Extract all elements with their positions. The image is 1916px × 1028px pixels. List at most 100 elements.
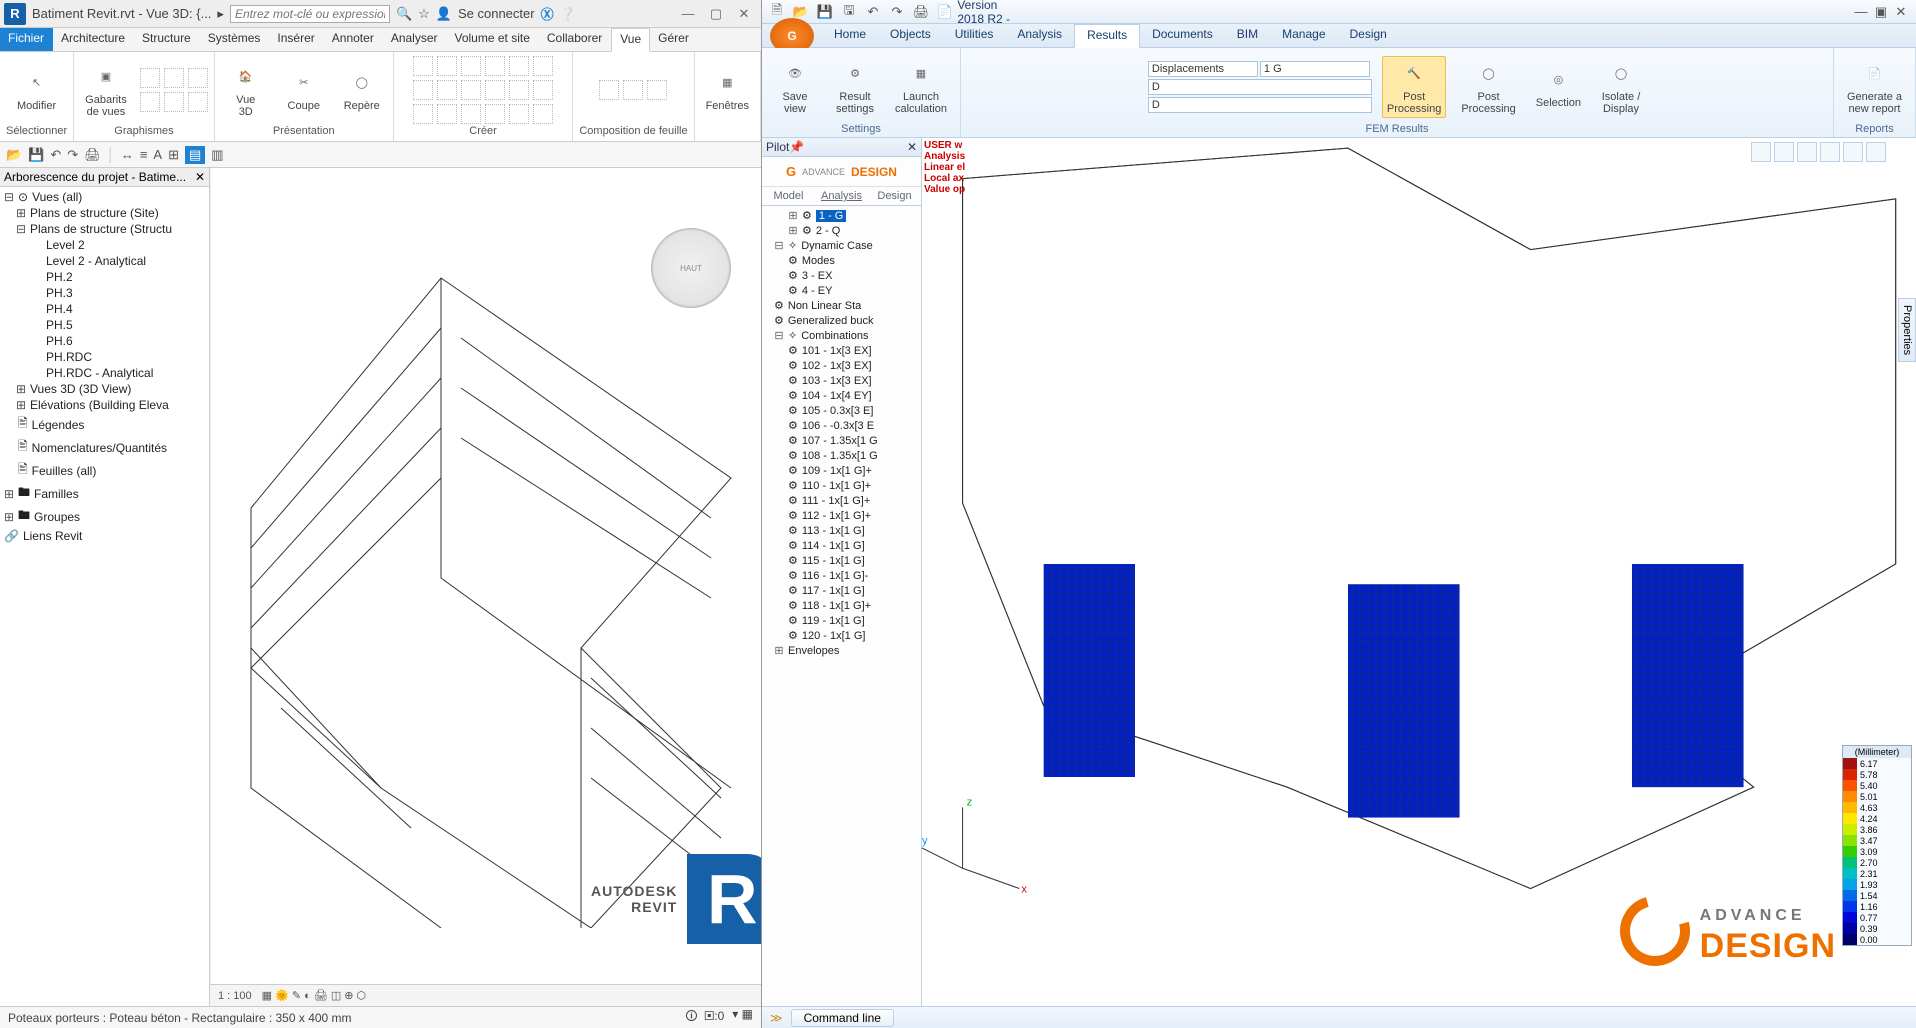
star-icon[interactable]: ☆ xyxy=(418,6,430,22)
ad-restore-icon[interactable]: ▣ xyxy=(1872,3,1890,21)
combo-item[interactable]: ⚙ 111 - 1x[1 G]+ xyxy=(764,493,919,508)
new-icon[interactable]: 🗎 xyxy=(768,3,786,21)
save-icon[interactable]: 💾 xyxy=(816,3,834,21)
combo-item[interactable]: ⚙ 108 - 1.35x[1 G xyxy=(764,448,919,463)
align-icon[interactable]: ≡ xyxy=(140,147,148,162)
scale[interactable]: 1 : 100 xyxy=(218,990,252,1002)
signin-label[interactable]: Se connecter xyxy=(458,6,535,21)
tab-home[interactable]: Home xyxy=(822,24,878,47)
browser-close-icon[interactable]: ✕ xyxy=(195,170,205,184)
command-line-button[interactable]: Command line xyxy=(791,1009,894,1027)
measure-icon[interactable]: ↔ xyxy=(121,147,134,162)
postprocessing-button[interactable]: 🔨Post Processing xyxy=(1382,56,1446,118)
text-icon[interactable]: A xyxy=(153,147,162,162)
pilot-tab-design[interactable]: Design xyxy=(868,187,921,205)
revit-3d-view[interactable]: HAUT AUTODESKREVIT R xyxy=(210,168,761,984)
tab-objects[interactable]: Objects xyxy=(878,24,943,47)
tab-analyser[interactable]: Analyser xyxy=(383,28,447,51)
saveall-icon[interactable]: 🖫 xyxy=(840,3,858,21)
report-button[interactable]: 📄Generate a new report xyxy=(1842,56,1907,118)
tab-gerer[interactable]: Gérer xyxy=(650,28,698,51)
tab-collaborer[interactable]: Collaborer xyxy=(539,28,611,51)
isolate-button[interactable]: ◯Isolate / Display xyxy=(1596,56,1646,118)
combo-item[interactable]: ⚙ 118 - 1x[1 G]+ xyxy=(764,598,919,613)
pilot-tab-model[interactable]: Model xyxy=(762,187,815,205)
dir1-dd[interactable]: D xyxy=(1148,79,1372,95)
combo-item[interactable]: ⚙ 103 - 1x[3 EX] xyxy=(764,373,919,388)
save-view-button[interactable]: 👁Save view xyxy=(770,56,820,118)
tab-vue[interactable]: Vue xyxy=(611,28,650,52)
properties-tab[interactable]: Properties xyxy=(1898,298,1916,362)
combo-item[interactable]: ⚙ 105 - 0.3x[3 E] xyxy=(764,403,919,418)
combo-item[interactable]: ⚙ 104 - 1x[4 EY] xyxy=(764,388,919,403)
sheet-tools[interactable] xyxy=(599,80,667,100)
redo-icon[interactable]: ↷ xyxy=(67,147,78,163)
filter-icon[interactable]: ▾ ▦ xyxy=(732,1007,753,1028)
open-icon[interactable]: 📂 xyxy=(6,147,22,163)
tool-icon[interactable]: ▥ xyxy=(211,147,223,163)
viewcube[interactable]: HAUT xyxy=(651,228,731,308)
result-settings-button[interactable]: ⚙Result settings xyxy=(830,56,880,118)
vue3d-button[interactable]: 🏠Vue 3D xyxy=(221,59,271,121)
title-nav-icon[interactable]: ▸ xyxy=(217,6,224,22)
pilot-tree[interactable]: ⊞⚙ 1 - G ⊞⚙ 2 - Q ⊟✧ Dynamic Case ⚙ Mode… xyxy=(762,206,921,1006)
tab-analysis[interactable]: Analysis xyxy=(1005,24,1074,47)
minimize-icon[interactable]: ― xyxy=(675,6,701,22)
combo-item[interactable]: ⚙ 109 - 1x[1 G]+ xyxy=(764,463,919,478)
coupe-button[interactable]: ✂Coupe xyxy=(279,65,329,115)
combo-item[interactable]: ⚙ 114 - 1x[1 G] xyxy=(764,538,919,553)
combo-item[interactable]: ⚙ 102 - 1x[3 EX] xyxy=(764,358,919,373)
modify-button[interactable]: ↖Modifier xyxy=(12,65,62,115)
combo-item[interactable]: ⚙ 116 - 1x[1 G]- xyxy=(764,568,919,583)
doc-icon[interactable]: 📄 xyxy=(936,3,954,21)
tag-icon[interactable]: ▤ xyxy=(185,146,205,164)
close-icon[interactable]: ✕ xyxy=(731,6,757,22)
tab-systemes[interactable]: Systèmes xyxy=(200,28,270,51)
combo-item[interactable]: ⚙ 110 - 1x[1 G]+ xyxy=(764,478,919,493)
launch-calc-button[interactable]: ▦Launch calculation xyxy=(890,56,952,118)
combo-item[interactable]: ⚙ 117 - 1x[1 G] xyxy=(764,583,919,598)
tab-structure[interactable]: Structure xyxy=(134,28,200,51)
tab-volume[interactable]: Volume et site xyxy=(447,28,539,51)
combo-item[interactable]: ⚙ 119 - 1x[1 G] xyxy=(764,613,919,628)
dir2-dd[interactable]: D xyxy=(1148,97,1372,113)
combo-item[interactable]: ⚙ 101 - 1x[3 EX] xyxy=(764,343,919,358)
dim-icon[interactable]: ⊞ xyxy=(168,147,179,163)
combo-item[interactable]: ⚙ 113 - 1x[1 G] xyxy=(764,523,919,538)
create-tools[interactable] xyxy=(413,56,553,124)
view-control-bar[interactable]: 1 : 100 ▦ 🌞 ✎ ◐ 🖨 ◫ ⊕ ⬡ xyxy=(210,984,761,1006)
selection-button[interactable]: ◎Selection xyxy=(1531,62,1586,112)
tab-annoter[interactable]: Annoter xyxy=(324,28,383,51)
save-icon[interactable]: 💾 xyxy=(28,147,44,163)
tab-fichier[interactable]: Fichier xyxy=(0,28,53,51)
search-input[interactable] xyxy=(230,5,390,23)
tab-utilities[interactable]: Utilities xyxy=(943,24,1006,47)
repere-button[interactable]: ◯Repère xyxy=(337,65,387,115)
undo-icon[interactable]: ↶ xyxy=(50,147,61,163)
result-type-dd[interactable]: Displacements xyxy=(1148,61,1258,77)
print-icon[interactable]: 🖨 xyxy=(84,147,101,163)
ad-close-icon[interactable]: ✕ xyxy=(1892,3,1910,21)
tab-design[interactable]: Design xyxy=(1338,24,1399,47)
combo-item[interactable]: ⚙ 120 - 1x[1 G] xyxy=(764,628,919,643)
tab-manage[interactable]: Manage xyxy=(1270,24,1337,47)
postprocessing2-button[interactable]: ◯Post Processing xyxy=(1456,56,1520,118)
combo-item[interactable]: ⚙ 112 - 1x[1 G]+ xyxy=(764,508,919,523)
project-tree[interactable]: ⊟⊙ Vues (all) ⊞Plans de structure (Site)… xyxy=(0,187,209,1006)
ad-minimize-icon[interactable]: ― xyxy=(1852,3,1870,21)
tab-architecture[interactable]: Architecture xyxy=(53,28,134,51)
tab-bim[interactable]: BIM xyxy=(1225,24,1270,47)
case-dd[interactable]: 1 G xyxy=(1260,61,1370,77)
combo-item[interactable]: ⚙ 107 - 1.35x[1 G xyxy=(764,433,919,448)
gabarits-button[interactable]: ▣Gabarits de vues xyxy=(80,59,132,121)
ad-3d-view[interactable]: USER wAnalysis Linear elLocal axValue op xyxy=(922,138,1916,1006)
signin-icon[interactable]: 👤 xyxy=(436,6,452,22)
exchange-icon[interactable]: Ⓧ xyxy=(541,4,554,23)
redo-icon[interactable]: ↷ xyxy=(888,3,906,21)
graphisme-tools[interactable] xyxy=(140,68,208,112)
tab-inserer[interactable]: Insérer xyxy=(269,28,323,51)
combo-item[interactable]: ⚙ 115 - 1x[1 G] xyxy=(764,553,919,568)
pilot-close-icon[interactable]: ✕ xyxy=(907,140,917,154)
search-icon[interactable]: 🔍 xyxy=(396,6,412,22)
tab-documents[interactable]: Documents xyxy=(1140,24,1225,47)
